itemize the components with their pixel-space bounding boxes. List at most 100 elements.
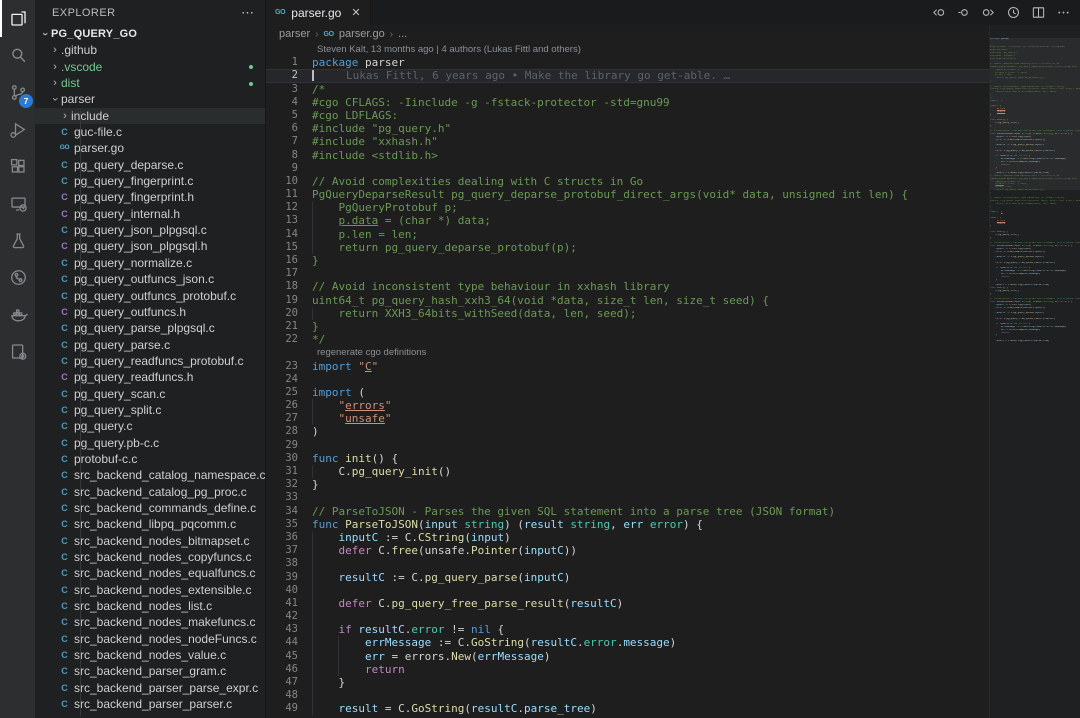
explorer-icon[interactable]: [0, 0, 35, 37]
code-line-44[interactable]: 44 errMessage := C.GoString(resultC.erro…: [266, 636, 989, 649]
code-line-16[interactable]: 16}: [266, 254, 989, 267]
sidebar-item-src-backend-catalog-pg-proc-c[interactable]: Csrc_backend_catalog_pg_proc.c: [35, 484, 265, 500]
more-actions-icon[interactable]: ⋯: [241, 5, 255, 21]
testing-icon[interactable]: [0, 222, 35, 259]
code-line-1[interactable]: 1package parser: [266, 56, 989, 69]
code-line-14[interactable]: 14 p.len = len;: [266, 228, 989, 241]
sidebar-item-pg-query-outfuncs-json-c[interactable]: Cpg_query_outfuncs_json.c: [35, 271, 265, 287]
sidebar-item-src-backend-parser-gram-c[interactable]: Csrc_backend_parser_gram.c: [35, 663, 265, 679]
sidebar-item-src-backend-nodes-nodefuncs-c[interactable]: Csrc_backend_nodes_nodeFuncs.c: [35, 631, 265, 647]
code-editor[interactable]: Steven Kalt, 13 months ago | 4 authors (…: [266, 43, 989, 718]
open-changes-icon[interactable]: [954, 4, 972, 22]
sidebar-item-pg-query-readfuncs-protobuf-c[interactable]: Cpg_query_readfuncs_protobuf.c: [35, 353, 265, 369]
sidebar-item-src-backend-nodes-value-c[interactable]: Csrc_backend_nodes_value.c: [35, 647, 265, 663]
next-change-icon[interactable]: [979, 4, 997, 22]
remote-explorer-icon[interactable]: [0, 185, 35, 222]
code-line-3[interactable]: 3/*: [266, 83, 989, 96]
code-line-12[interactable]: 12 PgQueryProtobuf p;: [266, 201, 989, 214]
sidebar-item-pg-query-split-c[interactable]: Cpg_query_split.c: [35, 402, 265, 418]
sidebar-item-pg-query-parse-c[interactable]: Cpg_query_parse.c: [35, 337, 265, 353]
sidebar-item-src-backend-catalog-namespace-c[interactable]: Csrc_backend_catalog_namespace.c: [35, 467, 265, 483]
tab-parser-go[interactable]: GO parser.go ✕: [266, 0, 371, 25]
extensions-icon[interactable]: [0, 148, 35, 185]
code-line-35[interactable]: 35func ParseToJSON(input string) (result…: [266, 518, 989, 531]
code-line-38[interactable]: 38: [266, 557, 989, 570]
sidebar-item-pg-query-outfuncs-protobuf-c[interactable]: Cpg_query_outfuncs_protobuf.c: [35, 288, 265, 304]
sidebar-item-pg-query-deparse-c[interactable]: Cpg_query_deparse.c: [35, 157, 265, 173]
code-line-33[interactable]: 33: [266, 491, 989, 504]
sidebar-item-src-backend-nodes-makefuncs-c[interactable]: Csrc_backend_nodes_makefuncs.c: [35, 614, 265, 630]
code-line-24[interactable]: 24: [266, 373, 989, 386]
sidebar-item-src-backend-nodes-equalfuncs-c[interactable]: Csrc_backend_nodes_equalfuncs.c: [35, 565, 265, 581]
code-line-19[interactable]: 19uint64_t pg_query_hash_xxh3_64(void *d…: [266, 294, 989, 307]
code-line-48[interactable]: 48: [266, 689, 989, 702]
minimap[interactable]: package parser/*#cgo CFLAGS: -Iinclude -…: [989, 25, 1080, 718]
gitlens-icon[interactable]: [0, 259, 35, 296]
previous-change-icon[interactable]: [929, 4, 947, 22]
code-line-9[interactable]: 9: [266, 162, 989, 175]
code-line-22[interactable]: 22*/: [266, 333, 989, 346]
sidebar-item-pg-query-parse-plpgsql-c[interactable]: Cpg_query_parse_plpgsql.c: [35, 320, 265, 336]
code-line-21[interactable]: 21}: [266, 320, 989, 333]
code-line-10[interactable]: 10// Avoid complexities dealing with C s…: [266, 175, 989, 188]
close-icon[interactable]: ✕: [351, 6, 360, 19]
sidebar-item-pg-query-internal-h[interactable]: Cpg_query_internal.h: [35, 206, 265, 222]
sidebar-item-pg-query-c[interactable]: Cpg_query.c: [35, 418, 265, 434]
code-line-46[interactable]: 46 return: [266, 663, 989, 676]
code-line-34[interactable]: 34// ParseToJSON - Parses the given SQL …: [266, 505, 989, 518]
search-icon[interactable]: [0, 37, 35, 74]
code-line-13[interactable]: 13 p.data = (char *) data;: [266, 214, 989, 227]
code-line-23[interactable]: 23import "C": [266, 360, 989, 373]
sidebar-item-pg-query-fingerprint-h[interactable]: Cpg_query_fingerprint.h: [35, 189, 265, 205]
code-line-37[interactable]: 37 defer C.free(unsafe.Pointer(inputC)): [266, 544, 989, 557]
container-tools-icon[interactable]: [0, 333, 35, 370]
sidebar-item-src-backend-parser-parse-expr-c[interactable]: Csrc_backend_parser_parse_expr.c: [35, 680, 265, 696]
code-line-36[interactable]: 36 inputC := C.CString(input): [266, 531, 989, 544]
sidebar-item-src-backend-nodes-extensible-c[interactable]: Csrc_backend_nodes_extensible.c: [35, 582, 265, 598]
code-line-11[interactable]: 11PgQueryDeparseResult pg_query_deparse_…: [266, 188, 989, 201]
source-control-icon[interactable]: 7: [0, 74, 35, 111]
codelens[interactable]: Steven Kalt, 13 months ago | 4 authors (…: [266, 43, 989, 56]
sidebar-item-src-backend-libpq-pqcomm-c[interactable]: Csrc_backend_libpq_pqcomm.c: [35, 516, 265, 532]
code-line-8[interactable]: 8#include <stdlib.h>: [266, 149, 989, 162]
code-line-18[interactable]: 18// Avoid inconsistent type behaviour i…: [266, 280, 989, 293]
run-and-debug-icon[interactable]: [0, 111, 35, 148]
code-line-31[interactable]: 31 C.pg_query_init(): [266, 465, 989, 478]
sidebar-item-src-backend-nodes-bitmapset-c[interactable]: Csrc_backend_nodes_bitmapset.c: [35, 533, 265, 549]
code-line-47[interactable]: 47 }: [266, 676, 989, 689]
sidebar-item-pg-query-json-plpgsql-h[interactable]: Cpg_query_json_plpgsql.h: [35, 238, 265, 254]
sidebar-item-src-backend-nodes-copyfuncs-c[interactable]: Csrc_backend_nodes_copyfuncs.c: [35, 549, 265, 565]
sidebar-item-pg-query-outfuncs-h[interactable]: Cpg_query_outfuncs.h: [35, 304, 265, 320]
code-line-32[interactable]: 32}: [266, 478, 989, 491]
code-line-20[interactable]: 20 return XXH3_64bits_withSeed(data, len…: [266, 307, 989, 320]
docker-icon[interactable]: [0, 296, 35, 333]
sidebar-item-src-backend-parser-parser-c[interactable]: Csrc_backend_parser_parser.c: [35, 696, 265, 712]
breadcrumb-file[interactable]: parser.go: [339, 28, 385, 40]
code-line-7[interactable]: 7#include "xxhash.h": [266, 135, 989, 148]
more-actions-icon[interactable]: [1054, 4, 1072, 22]
code-line-15[interactable]: 15 return pg_query_deparse_protobuf(p);: [266, 241, 989, 254]
split-editor-icon[interactable]: [1029, 4, 1047, 22]
sidebar-item-src-backend-commands-define-c[interactable]: Csrc_backend_commands_define.c: [35, 500, 265, 516]
sidebar-item-pg-query-go[interactable]: ›PG_QUERY_GO: [35, 26, 265, 42]
sidebar-item-pg-query-json-plpgsql-c[interactable]: Cpg_query_json_plpgsql.c: [35, 222, 265, 238]
sidebar-item-parser[interactable]: ›parser: [35, 91, 265, 107]
sidebar-item-guc-file-c[interactable]: Cguc-file.c: [35, 124, 265, 140]
sidebar-item-vscode[interactable]: ›.vscode: [35, 59, 265, 75]
breadcrumb-symbol[interactable]: ...: [398, 28, 407, 40]
code-line-42[interactable]: 42: [266, 610, 989, 623]
code-line-43[interactable]: 43 if resultC.error != nil {: [266, 623, 989, 636]
file-history-icon[interactable]: [1004, 4, 1022, 22]
code-line-28[interactable]: 28): [266, 425, 989, 438]
code-line-30[interactable]: 30func init() {: [266, 452, 989, 465]
sidebar-item-pg-query-pb-c-c[interactable]: Cpg_query.pb-c.c: [35, 435, 265, 451]
sidebar-item-pg-query-scan-c[interactable]: Cpg_query_scan.c: [35, 386, 265, 402]
sidebar-item-github[interactable]: ›.github: [35, 42, 265, 58]
sidebar-item-pg-query-fingerprint-c[interactable]: Cpg_query_fingerprint.c: [35, 173, 265, 189]
code-line-17[interactable]: 17: [266, 267, 989, 280]
sidebar-item-pg-query-normalize-c[interactable]: Cpg_query_normalize.c: [35, 255, 265, 271]
code-line-39[interactable]: 39 resultC := C.pg_query_parse(inputC): [266, 571, 989, 584]
sidebar-item-protobuf-c-c[interactable]: Cprotobuf-c.c: [35, 451, 265, 467]
code-line-40[interactable]: 40: [266, 584, 989, 597]
sidebar-item-parser-go[interactable]: GOparser.go: [35, 140, 265, 156]
